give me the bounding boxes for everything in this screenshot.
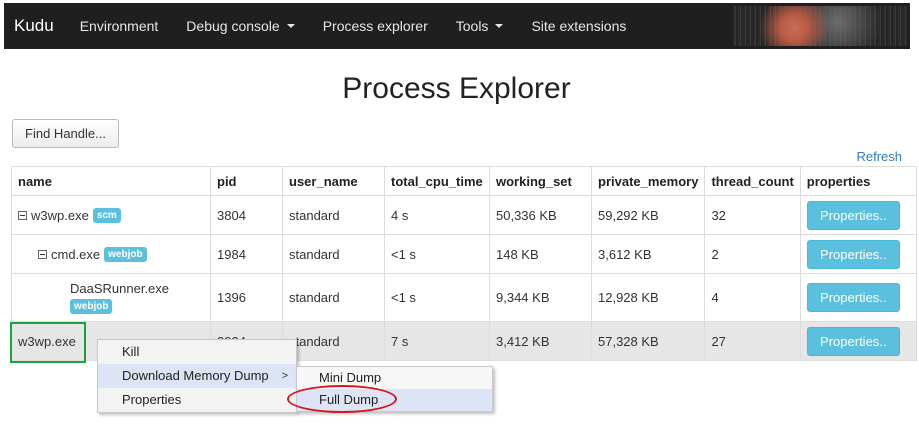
table-row[interactable]: w3wp.exe scm 3804 standard 4 s 50,336 KB… [11, 195, 918, 235]
properties-button[interactable]: Properties.. [806, 239, 900, 269]
pid-cell: 1984 [210, 234, 283, 274]
nav-process-explorer[interactable]: Process explorer [309, 3, 442, 49]
menu-item-kill[interactable]: Kill [98, 340, 296, 364]
private-memory-cell: 3,612 KB [590, 234, 706, 274]
find-handle-button[interactable]: Find Handle... [12, 119, 119, 148]
user-avatar-image [733, 6, 908, 46]
process-name: cmd.exe [51, 246, 101, 262]
user-name-cell: standard [282, 321, 385, 361]
private-memory-cell: 59,292 KB [590, 195, 706, 235]
process-name: w3wp.exe [31, 207, 89, 223]
top-navbar: Kudu Environment Debug console Process e… [4, 3, 910, 49]
thread-count-cell: 2 [704, 234, 801, 274]
column-header-properties[interactable]: properties [799, 166, 918, 196]
column-header-working-set[interactable]: working_set [489, 166, 592, 196]
user-name-cell: standard [282, 195, 385, 235]
properties-cell: Properties.. [799, 234, 918, 274]
pid-cell: 1396 [210, 273, 283, 322]
cpu-time-cell: <1 s [384, 273, 490, 322]
nav-debug-console[interactable]: Debug console [172, 3, 308, 49]
cpu-time-cell: 4 s [384, 195, 490, 235]
page-title: Process Explorer [342, 72, 571, 105]
process-name: DaaSRunner.exe [70, 281, 170, 296]
properties-cell: Properties.. [799, 195, 918, 235]
column-header-name[interactable]: name [11, 166, 211, 196]
process-badge: webjob [104, 246, 147, 262]
nav-environment-label: Environment [79, 18, 159, 34]
process-name-cell: w3wp.exe scm [11, 195, 211, 235]
private-memory-cell: 12,928 KB [590, 273, 706, 322]
caret-down-icon [286, 24, 295, 28]
private-memory-cell: 57,328 KB [590, 321, 706, 361]
refresh-link[interactable]: Refresh [856, 149, 902, 164]
brand-kudu[interactable]: Kudu [4, 3, 66, 49]
user-name-cell: standard [282, 234, 385, 274]
nav-environment[interactable]: Environment [66, 3, 173, 49]
context-menu: Kill Download Memory Dump > Properties [97, 339, 297, 413]
cpu-time-cell: 7 s [384, 321, 490, 361]
submenu-item-mini-dump[interactable]: Mini Dump [297, 367, 492, 389]
properties-button[interactable]: Properties.. [806, 200, 900, 230]
process-table: name pid user_name total_cpu_time workin… [11, 166, 918, 361]
working-set-cell: 3,412 KB [489, 321, 592, 361]
nav-debug-console-label: Debug console [186, 18, 280, 34]
column-header-user-name[interactable]: user_name [282, 166, 385, 196]
column-header-pid[interactable]: pid [210, 166, 283, 196]
column-header-thread-count[interactable]: thread_count [704, 166, 801, 196]
caret-down-icon [495, 24, 504, 28]
properties-cell: Properties.. [799, 321, 918, 361]
submenu-arrow-icon: > [281, 370, 288, 382]
thread-count-cell: 4 [704, 273, 801, 322]
user-name-cell: standard [282, 273, 385, 322]
process-badge: webjob [70, 299, 113, 314]
column-header-private-memory[interactable]: private_memory [590, 166, 706, 196]
collapse-toggle-icon[interactable] [18, 210, 27, 220]
process-name-cell: cmd.exe webjob [11, 234, 211, 274]
nav-tools-label: Tools [455, 18, 489, 34]
column-header-total-cpu-time[interactable]: total_cpu_time [384, 166, 490, 196]
cpu-time-cell: <1 s [384, 234, 490, 274]
nav-site-extensions[interactable]: Site extensions [517, 3, 640, 49]
thread-count-cell: 32 [704, 195, 801, 235]
menu-item-label: Download Memory Dump [122, 368, 269, 383]
menu-item-download-memory-dump[interactable]: Download Memory Dump > [98, 364, 296, 388]
table-header-row: name pid user_name total_cpu_time workin… [11, 166, 918, 196]
properties-button[interactable]: Properties.. [806, 283, 900, 312]
thread-count-cell: 27 [704, 321, 801, 361]
process-badge: scm [92, 207, 121, 223]
table-row[interactable]: DaaSRunner.exe webjob 1396 standard <1 s… [11, 273, 918, 322]
nav-site-extensions-label: Site extensions [531, 18, 627, 34]
nav-tools[interactable]: Tools [442, 3, 518, 49]
properties-button[interactable]: Properties.. [806, 326, 900, 356]
context-submenu: Mini Dump Full Dump [296, 366, 493, 412]
table-row[interactable]: cmd.exe webjob 1984 standard <1 s 148 KB… [11, 234, 918, 274]
working-set-cell: 50,336 KB [489, 195, 592, 235]
menu-item-properties[interactable]: Properties [98, 388, 296, 412]
properties-cell: Properties.. [799, 273, 918, 322]
submenu-item-full-dump[interactable]: Full Dump [297, 389, 492, 411]
process-name: w3wp.exe [18, 333, 76, 349]
working-set-cell: 9,344 KB [489, 273, 592, 322]
pid-cell: 3804 [210, 195, 283, 235]
nav-process-explorer-label: Process explorer [322, 18, 428, 34]
collapse-toggle-icon[interactable] [38, 249, 47, 259]
working-set-cell: 148 KB [489, 234, 592, 274]
process-name-cell: DaaSRunner.exe webjob [11, 273, 211, 322]
